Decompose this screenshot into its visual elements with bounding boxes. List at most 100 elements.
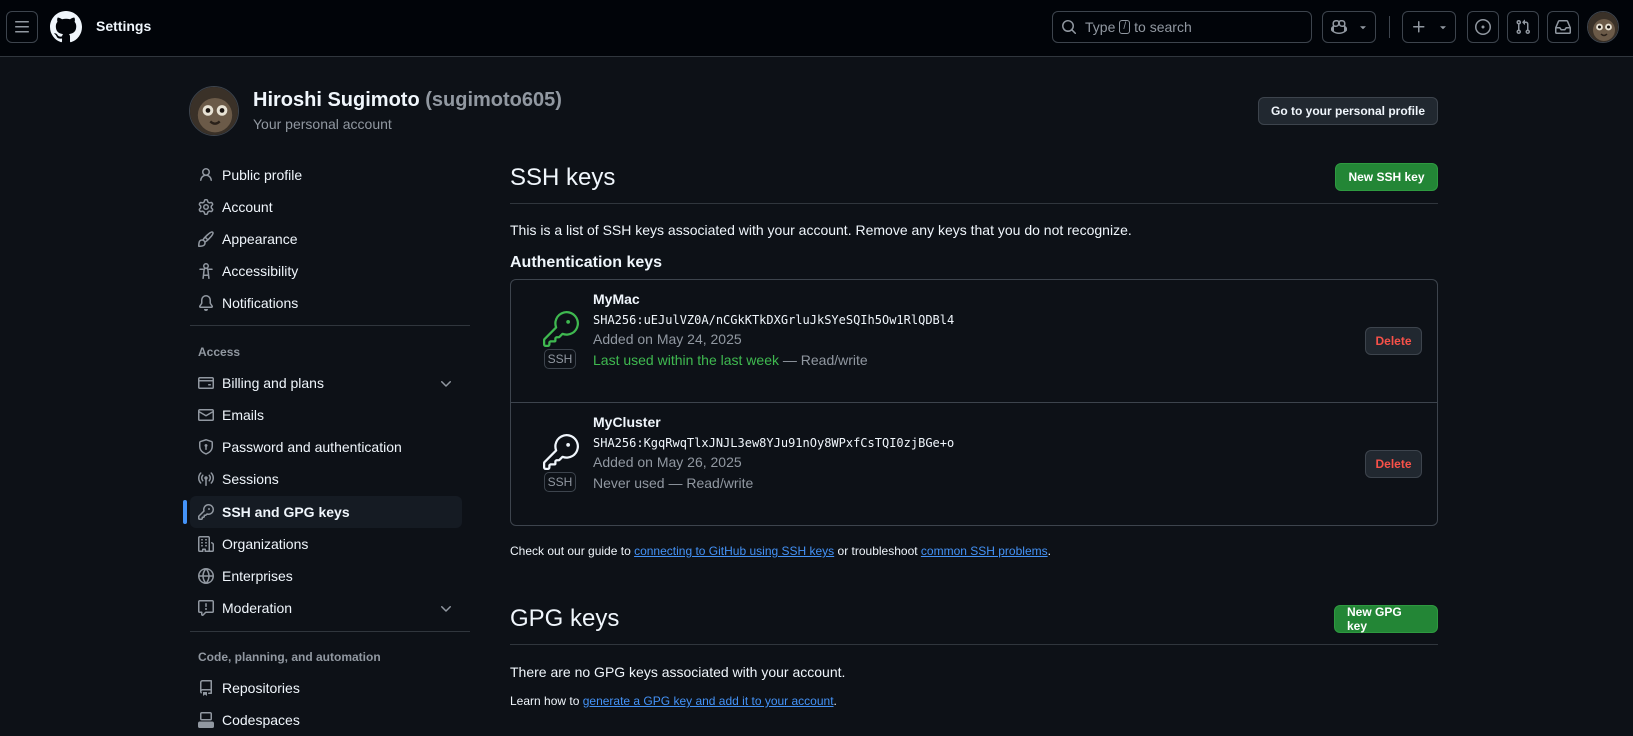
ssh-key-last-used: Last used within the last week <box>593 352 779 368</box>
learn-prefix: Learn how to <box>510 694 583 708</box>
sidebar-item-password[interactable]: Password and authentication <box>190 431 462 463</box>
sidebar-item-billing[interactable]: Billing and plans <box>190 367 462 399</box>
ssh-key-last-used: Never used <box>593 475 665 491</box>
sidebar-item-label: Account <box>222 199 273 215</box>
key-icon <box>543 311 579 347</box>
codespaces-icon <box>198 712 214 728</box>
chevron-down-icon <box>1440 26 1446 30</box>
ssh-keys-heading: SSH keys <box>510 164 616 191</box>
sidebar-item-label: Appearance <box>222 231 298 247</box>
guide-suffix: . <box>1047 544 1051 558</box>
delete-ssh-key-button[interactable]: Delete <box>1365 450 1422 478</box>
sidebar-item-label: Sessions <box>222 471 279 487</box>
new-gpg-key-button[interactable]: New GPG key <box>1334 605 1438 633</box>
profile-display-name[interactable]: Hiroshi Sugimoto <box>253 89 420 111</box>
sidebar-item-label: Accessibility <box>222 263 299 279</box>
sidebar-group-code: Code, planning, and automation <box>198 650 381 664</box>
ssh-key-access: — Read/write <box>664 475 754 491</box>
sidebar-item-sessions[interactable]: Sessions <box>190 463 462 495</box>
ssh-key-added: Added on May 24, 2025 <box>593 331 742 347</box>
sidebar-item-emails[interactable]: Emails <box>190 399 462 431</box>
profile-handle: (sugimoto605) <box>425 89 562 111</box>
ssh-badge: SSH <box>544 349 576 369</box>
chevron-down-icon <box>441 606 451 612</box>
sidebar-item-label: Codespaces <box>222 712 300 728</box>
sidebar-item-notifications[interactable]: Notifications <box>190 287 462 319</box>
sidebar-item-organizations[interactable]: Organizations <box>190 528 462 560</box>
go-to-profile-button[interactable]: Go to your personal profile <box>1258 97 1438 125</box>
ssh-key-access: — Read/write <box>779 352 868 368</box>
person-icon <box>200 168 212 182</box>
key-icon <box>198 504 214 520</box>
profile-avatar <box>189 86 239 136</box>
ssh-key-added: Added on May 26, 2025 <box>593 454 742 470</box>
profile-name: Hiroshi Sugimoto (sugimoto605) <box>253 89 562 112</box>
new-ssh-key-button[interactable]: New SSH key <box>1335 163 1438 191</box>
issues-button[interactable] <box>1467 11 1499 43</box>
sidebar-item-label: Enterprises <box>222 568 293 584</box>
key-row-divider <box>511 402 1437 403</box>
menu-button[interactable] <box>6 11 38 43</box>
ssh-key-name: MyMac <box>593 291 640 307</box>
sidebar-item-label: Emails <box>222 407 265 423</box>
search-placeholder-type: Type <box>1085 19 1116 35</box>
sidebar-item-repositories[interactable]: Repositories <box>190 672 462 704</box>
broadcast-icon <box>198 472 214 486</box>
sidebar-item-moderation[interactable]: Moderation <box>190 592 462 624</box>
sidebar-divider <box>190 631 470 632</box>
learn-suffix: . <box>833 694 837 708</box>
globe-icon <box>198 568 214 584</box>
pull-requests-button[interactable] <box>1507 11 1539 43</box>
user-avatar[interactable] <box>1587 11 1619 43</box>
sidebar-item-account[interactable]: Account <box>190 191 462 223</box>
sidebar-item-enterprises[interactable]: Enterprises <box>190 560 462 592</box>
guide-middle: or troubleshoot <box>834 544 921 558</box>
sidebar-group-access: Access <box>198 345 241 359</box>
organization-icon <box>198 536 214 552</box>
key-icon <box>543 434 579 470</box>
sidebar-item-label: Notifications <box>222 295 299 311</box>
ssh-key-name: MyCluster <box>593 414 661 430</box>
sidebar-item-accessibility[interactable]: Accessibility <box>190 255 462 287</box>
profile-subtitle: Your personal account <box>253 116 392 132</box>
ssh-description: This is a list of SSH keys associated wi… <box>510 222 1132 238</box>
copilot-icon <box>1331 19 1347 35</box>
active-indicator <box>183 500 187 524</box>
plus-icon <box>1413 21 1425 33</box>
sidebar-item-label: Password and authentication <box>222 439 402 455</box>
search-input[interactable]: Type / to search <box>1052 11 1312 43</box>
ssh-guide-link[interactable]: connecting to GitHub using SSH keys <box>634 544 834 558</box>
sidebar-item-label: Public profile <box>222 167 303 183</box>
delete-ssh-key-button[interactable]: Delete <box>1365 327 1422 355</box>
sidebar-item-label: SSH and GPG keys <box>222 504 350 520</box>
sidebar-item-ssh-gpg-keys[interactable]: SSH and GPG keys <box>190 496 462 528</box>
paintbrush-icon <box>198 231 214 247</box>
guide-prefix: Check out our guide to <box>510 544 635 558</box>
ssh-guide-text: Check out our guide to connecting to Git… <box>510 544 1051 558</box>
sidebar-divider <box>190 325 470 326</box>
sidebar-item-codespaces[interactable]: Codespaces <box>190 704 462 736</box>
repo-icon <box>200 680 212 696</box>
gpg-keys-heading: GPG keys <box>510 605 620 632</box>
inbox-button[interactable] <box>1547 11 1579 43</box>
sidebar-item-label: Billing and plans <box>222 375 324 391</box>
header-divider <box>1389 16 1390 38</box>
git-pull-request-icon <box>1516 19 1531 35</box>
github-logo-icon[interactable] <box>50 11 82 43</box>
sidebar-item-public-profile[interactable]: Public profile <box>190 159 462 191</box>
top-bar: Settings Type / to search <box>0 0 1633 57</box>
credit-card-icon <box>198 377 214 389</box>
ssh-key-fingerprint: SHA256:uEJulVZ0A/nCGkKTkDXGrluJkSYeSQIh5… <box>593 313 955 327</box>
sidebar-item-label: Repositories <box>222 680 300 696</box>
bell-icon <box>198 295 213 311</box>
shield-lock-icon <box>199 439 213 455</box>
report-icon <box>198 600 214 616</box>
create-new-button[interactable] <box>1402 11 1456 43</box>
ssh-key-usage: Never used — Read/write <box>593 475 753 491</box>
ssh-troubleshoot-link[interactable]: common SSH problems <box>921 544 1048 558</box>
gpg-empty-text: There are no GPG keys associated with yo… <box>510 664 846 680</box>
sidebar-item-appearance[interactable]: Appearance <box>190 223 462 255</box>
copilot-button[interactable] <box>1322 11 1376 43</box>
ssh-key-fingerprint: SHA256:KgqRwqTlxJNJL3ew8YJu91nOy8WPxfCsT… <box>593 436 955 450</box>
gpg-learn-link[interactable]: generate a GPG key and add it to your ac… <box>583 694 834 708</box>
